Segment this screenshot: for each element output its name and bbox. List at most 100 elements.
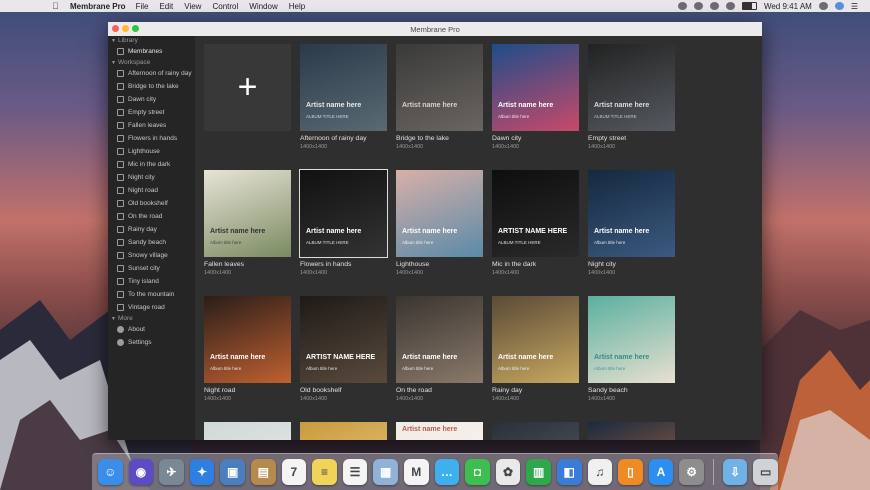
- bluetooth-icon[interactable]: [693, 2, 703, 10]
- membrane-tile[interactable]: Artist name here Album title here Night ci…: [588, 170, 675, 276]
- membrane-tile[interactable]: ARTIST NAME HERE ALBUM TITLE HERE Mic in t…: [492, 170, 579, 276]
- membrane-tile[interactable]: Artist name here Album title here Fallen l…: [204, 170, 291, 276]
- sidebar-item-workspace[interactable]: Bridge to the lake: [108, 80, 195, 93]
- app-store-icon[interactable]: A: [648, 459, 674, 485]
- sidebar-item-workspace[interactable]: Night road: [108, 184, 195, 197]
- battery-icon[interactable]: [741, 2, 757, 10]
- sidebar-section-more[interactable]: ▼ More: [108, 314, 195, 323]
- membrane-tile[interactable]: Artist name here Album title here Dawn cit…: [492, 44, 579, 150]
- contacts-icon[interactable]: ▤: [250, 459, 276, 485]
- sidebar-item-workspace[interactable]: Empty street: [108, 106, 195, 119]
- facetime-icon[interactable]: ◘: [465, 459, 490, 485]
- sidebar-item-workspace[interactable]: Tiny island: [108, 275, 195, 288]
- sidebar-item-workspace[interactable]: Flowers in hands: [108, 132, 195, 145]
- sidebar-section-library[interactable]: ▼ Library: [108, 36, 195, 45]
- menu-control[interactable]: Control: [212, 2, 238, 11]
- membrane-tile[interactable]: Artist name here Album title here Rainy da…: [492, 296, 579, 402]
- membrane-tile[interactable]: Artist name here ALBUM TITLE HERE Flowers …: [299, 169, 388, 276]
- reminders-icon[interactable]: ☰: [342, 459, 368, 485]
- sidebar-item-about[interactable]: About: [108, 323, 195, 336]
- sidebar-item-workspace[interactable]: Dawn city: [108, 93, 195, 106]
- menu-help[interactable]: Help: [289, 2, 305, 11]
- membrane-thumbnail[interactable]: Artist name here: [396, 422, 483, 440]
- membrane-thumbnail[interactable]: [588, 422, 675, 440]
- sidebar-item-workspace[interactable]: Old bookshelf: [108, 197, 195, 210]
- sidebar-item-workspace[interactable]: Night city: [108, 171, 195, 184]
- membrane-tile[interactable]: [300, 422, 387, 440]
- notes-icon[interactable]: ≡: [312, 459, 337, 485]
- membrane-tile[interactable]: Artist name here ALBUM TITLE HERE Afternoo…: [300, 44, 387, 150]
- membrane-thumbnail[interactable]: Artist name here: [396, 44, 483, 131]
- membrane-thumbnail[interactable]: ARTIST NAME HERE ALBUM TITLE HERE: [492, 170, 579, 257]
- membrane-tile[interactable]: Artist name here Album title here On the r…: [396, 296, 483, 402]
- photo-app-icon[interactable]: ▣: [220, 459, 245, 485]
- time-machine-icon[interactable]: [677, 2, 687, 10]
- sidebar-item-settings[interactable]: Settings: [108, 336, 195, 349]
- menu-edit[interactable]: Edit: [159, 2, 173, 11]
- membrane-thumbnail[interactable]: Artist name here Album title here: [396, 170, 483, 257]
- volume-icon[interactable]: [725, 2, 735, 10]
- sidebar-section-workspace[interactable]: ▼ Workspace: [108, 58, 195, 67]
- minimize-button[interactable]: [122, 25, 129, 32]
- ibooks-icon[interactable]: ▯: [618, 459, 643, 485]
- membrane-tile[interactable]: Artist name here ALBUM TITLE HERE Empty st…: [588, 44, 675, 150]
- membrane-thumbnail[interactable]: Artist name here ALBUM TITLE HERE: [300, 44, 387, 131]
- keynote-icon[interactable]: ◧: [556, 459, 582, 485]
- sidebar-item-workspace[interactable]: Sandy beach: [108, 236, 195, 249]
- apple-icon[interactable]: : [52, 1, 62, 11]
- preview-icon[interactable]: ▦: [373, 459, 398, 485]
- menu-window[interactable]: Window: [249, 2, 277, 11]
- membrane-tile[interactable]: ARTIST NAME HERE Album title here Old book…: [300, 296, 387, 402]
- membrane-tile[interactable]: Artist name here Album title here Lighthou…: [396, 170, 483, 276]
- trash-icon[interactable]: ▭: [753, 459, 779, 485]
- membrane-thumbnail[interactable]: Artist name here Album title here: [588, 170, 675, 257]
- membrane-thumbnail[interactable]: Artist name here ALBUM TITLE HERE: [588, 44, 675, 131]
- menu-file[interactable]: File: [136, 2, 149, 11]
- photos-icon[interactable]: ✿: [495, 459, 521, 485]
- membrane-tile[interactable]: Artist name here Bridge to the lake 1400x1…: [396, 44, 483, 150]
- calendar-icon[interactable]: 7: [281, 459, 307, 485]
- close-button[interactable]: [112, 25, 119, 32]
- notification-center-icon[interactable]: ☰: [851, 2, 858, 11]
- membrane-tile[interactable]: [588, 422, 675, 440]
- membrane-thumbnail[interactable]: [204, 422, 291, 440]
- membrane-thumbnail[interactable]: Artist name here ALBUM TITLE HERE: [299, 169, 388, 258]
- finder-icon[interactable]: ☺: [98, 459, 123, 485]
- membrane-thumbnail[interactable]: Artist name here Album title here: [588, 296, 675, 383]
- membrane-icon[interactable]: M: [403, 459, 429, 485]
- messages-icon[interactable]: …: [434, 459, 460, 485]
- clock[interactable]: Wed 9:41 AM: [764, 2, 812, 11]
- membrane-thumbnail[interactable]: ARTIST NAME HERE Album title here: [300, 296, 387, 383]
- sidebar-item-workspace[interactable]: Mic in the dark: [108, 158, 195, 171]
- membrane-tile[interactable]: [204, 422, 291, 440]
- membrane-thumbnail[interactable]: Artist name here Album title here: [492, 44, 579, 131]
- membrane-tile[interactable]: Artist name here Album title here Night ro…: [204, 296, 291, 402]
- membrane-tile[interactable]: [492, 422, 579, 440]
- sidebar-item-workspace[interactable]: Vintage road: [108, 301, 195, 314]
- sidebar-item-workspace[interactable]: On the road: [108, 210, 195, 223]
- downloads-folder-icon[interactable]: ⇩: [722, 459, 748, 485]
- membrane-thumbnail[interactable]: Artist name here Album title here: [204, 170, 291, 257]
- add-button[interactable]: +: [204, 44, 291, 131]
- spotlight-icon[interactable]: [818, 2, 828, 10]
- sidebar-item-workspace[interactable]: Lighthouse: [108, 145, 195, 158]
- add-membrane-tile[interactable]: +: [204, 44, 291, 131]
- numbers-icon[interactable]: ▥: [526, 459, 551, 485]
- user-avatar-icon[interactable]: [834, 2, 844, 10]
- membrane-thumbnail[interactable]: Artist name here Album title here: [396, 296, 483, 383]
- membrane-thumbnail[interactable]: Artist name here Album title here: [204, 296, 291, 383]
- sidebar-item-workspace[interactable]: Rainy day: [108, 223, 195, 236]
- membrane-thumbnail[interactable]: [300, 422, 387, 440]
- sidebar-item-workspace[interactable]: Sunset city: [108, 262, 195, 275]
- itunes-icon[interactable]: ♫: [587, 459, 613, 485]
- app-menu[interactable]: Membrane Pro: [70, 2, 126, 11]
- wifi-icon[interactable]: [709, 2, 719, 10]
- sidebar-item-workspace[interactable]: Fallen leaves: [108, 119, 195, 132]
- sidebar-item-workspace[interactable]: Snowy village: [108, 249, 195, 262]
- sidebar-item-workspace[interactable]: Afternoon of rainy day: [108, 67, 195, 80]
- menu-view[interactable]: View: [184, 2, 201, 11]
- system-preferences-icon[interactable]: ⚙: [679, 459, 704, 485]
- membrane-thumbnail[interactable]: [492, 422, 579, 440]
- membrane-thumbnail[interactable]: Artist name here Album title here: [492, 296, 579, 383]
- zoom-button[interactable]: [132, 25, 139, 32]
